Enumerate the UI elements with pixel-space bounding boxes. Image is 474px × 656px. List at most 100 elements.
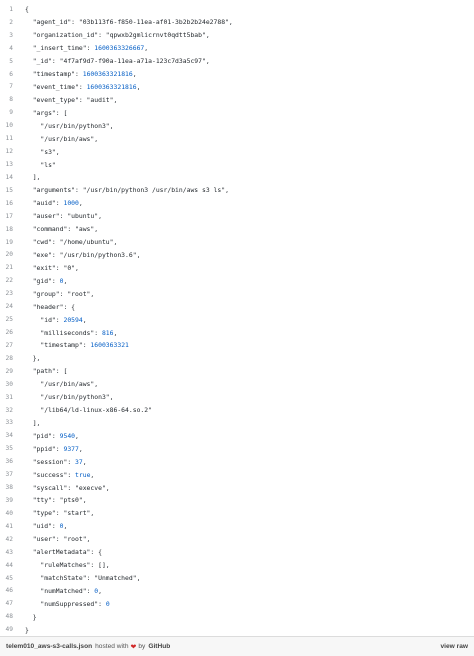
line-number: 36 [5,458,13,466]
code-text: "id": 20594, [25,315,87,324]
code-line: 15 "arguments": "/usr/bin/python3 /usr/b… [0,184,474,197]
line-number: 19 [5,238,13,246]
line-number: 22 [5,277,13,285]
code-line: 43 "alertMetadata": { [0,546,474,559]
code-text: "path": [ [25,367,68,376]
literal-value: 816 [101,328,114,337]
line-number: 41 [5,522,13,530]
code-line: 18 "command": "aws", [0,223,474,236]
code-text: ], [25,173,41,182]
code-text: "alertMetadata": { [25,548,102,557]
line-number: 31 [5,393,13,401]
code-line: 35 "ppid": 9377, [0,442,474,455]
code-text: "exe": "/usr/bin/python3.6", [25,250,141,259]
literal-value: 20594 [63,315,83,324]
code-line: 5 "_id": "4f7af9d7-f90a-11ea-a71a-123c7d… [0,55,474,68]
line-number: 37 [5,471,13,479]
line-number: 45 [5,574,13,582]
heart-icon: ❤ [130,643,137,651]
line-number: 7 [9,83,13,91]
code-line: 47 "numSuppressed": 0 [0,597,474,610]
code-text: "/usr/bin/aws", [25,380,99,389]
code-line: 9 "args": [ [0,106,474,119]
literal-value: true [75,470,91,479]
code-text: } [25,612,37,621]
code-text: "arguments": "/usr/bin/python3 /usr/bin/… [25,186,229,195]
code-text: "user": "root", [25,535,91,544]
code-text: "syscall": "execve", [25,483,110,492]
line-number: 17 [5,212,13,220]
code-line: 30 "/usr/bin/aws", [0,378,474,391]
code-line: 17 "auser": "ubuntu", [0,210,474,223]
code-text: "uid": 0, [25,522,68,531]
code-line: 39 "tty": "pts0", [0,494,474,507]
by-text: by [138,643,146,650]
line-number: 11 [5,135,13,143]
code-line: 36 "session": 37, [0,455,474,468]
line-number: 5 [9,57,13,65]
code-text: "numSuppressed": 0 [25,599,110,608]
github-link[interactable]: GitHub [148,643,170,650]
code-line: 42 "user": "root", [0,533,474,546]
code-line: 37 "success": true, [0,468,474,481]
code-line: 49} [0,623,474,636]
code-line: 2 "agent_id": "03b113f6-f850-11ea-af01-3… [0,16,474,29]
code-text: "/lib64/ld-linux-x86-64.so.2" [25,406,152,415]
code-text: }, [25,354,41,363]
line-number: 9 [9,109,13,117]
line-number: 32 [5,406,13,414]
line-number: 25 [5,316,13,324]
gist-footer: telem010_aws-s3-calls.json hosted with ❤… [0,636,474,656]
code-line: 3 "organization_id": "qpwxb2gmlicrnvt0qd… [0,29,474,42]
literal-value: 1600363321816 [86,82,137,91]
code-line: 25 "id": 20594, [0,313,474,326]
code-text: "/usr/bin/aws", [25,134,99,143]
code-text: { [25,5,29,14]
view-raw-link[interactable]: view raw [441,643,469,650]
code-line: 8 "event_type": "audit", [0,93,474,106]
code-text: "tty": "pts0", [25,496,87,505]
code-text: "_id": "4f7af9d7-f90a-11ea-a71a-123c7d3a… [25,57,210,66]
code-text: "event_type": "audit", [25,95,118,104]
code-text: "/usr/bin/python3", [25,121,114,130]
line-number: 29 [5,367,13,375]
code-line: 11 "/usr/bin/aws", [0,132,474,145]
line-number: 10 [5,122,13,130]
code-text: "header": { [25,302,76,311]
code-text: "command": "aws", [25,225,99,234]
literal-value: 0 [59,522,64,531]
code-line: 31 "/usr/bin/python3", [0,391,474,404]
literal-value: 1000 [63,199,79,208]
code-line: 20 "exe": "/usr/bin/python3.6", [0,249,474,262]
file-name-link[interactable]: telem010_aws-s3-calls.json [6,643,92,650]
literal-value: 1600363326667 [94,44,145,53]
code-text: ], [25,418,41,427]
line-number: 30 [5,380,13,388]
line-number: 35 [5,445,13,453]
code-line: 46 "numMatched": 0, [0,584,474,597]
line-number: 15 [5,186,13,194]
line-number: 8 [9,96,13,104]
line-number: 46 [5,587,13,595]
line-number: 2 [9,18,13,26]
code-text: "exit": "0", [25,263,79,272]
code-text: "event_time": 1600363321816, [25,82,141,91]
code-line: 27 "timestamp": 1600363321 [0,339,474,352]
line-number: 13 [5,161,13,169]
line-number: 47 [5,600,13,608]
line-number: 34 [5,432,13,440]
line-number: 43 [5,548,13,556]
code-text: "ruleMatches": [], [25,561,110,570]
code-text: } [25,625,29,634]
code-line: 26 "milliseconds": 816, [0,326,474,339]
line-number: 16 [5,199,13,207]
code-line: 16 "auid": 1000, [0,197,474,210]
literal-value: 1600363321816 [82,70,133,79]
line-number: 14 [5,173,13,181]
literal-value: 9377 [63,444,79,453]
line-number: 6 [9,70,13,78]
line-number: 4 [9,44,13,52]
line-number: 42 [5,535,13,543]
code-line: 34 "pid": 9540, [0,429,474,442]
code-text: "matchState": "Unmatched", [25,574,141,583]
